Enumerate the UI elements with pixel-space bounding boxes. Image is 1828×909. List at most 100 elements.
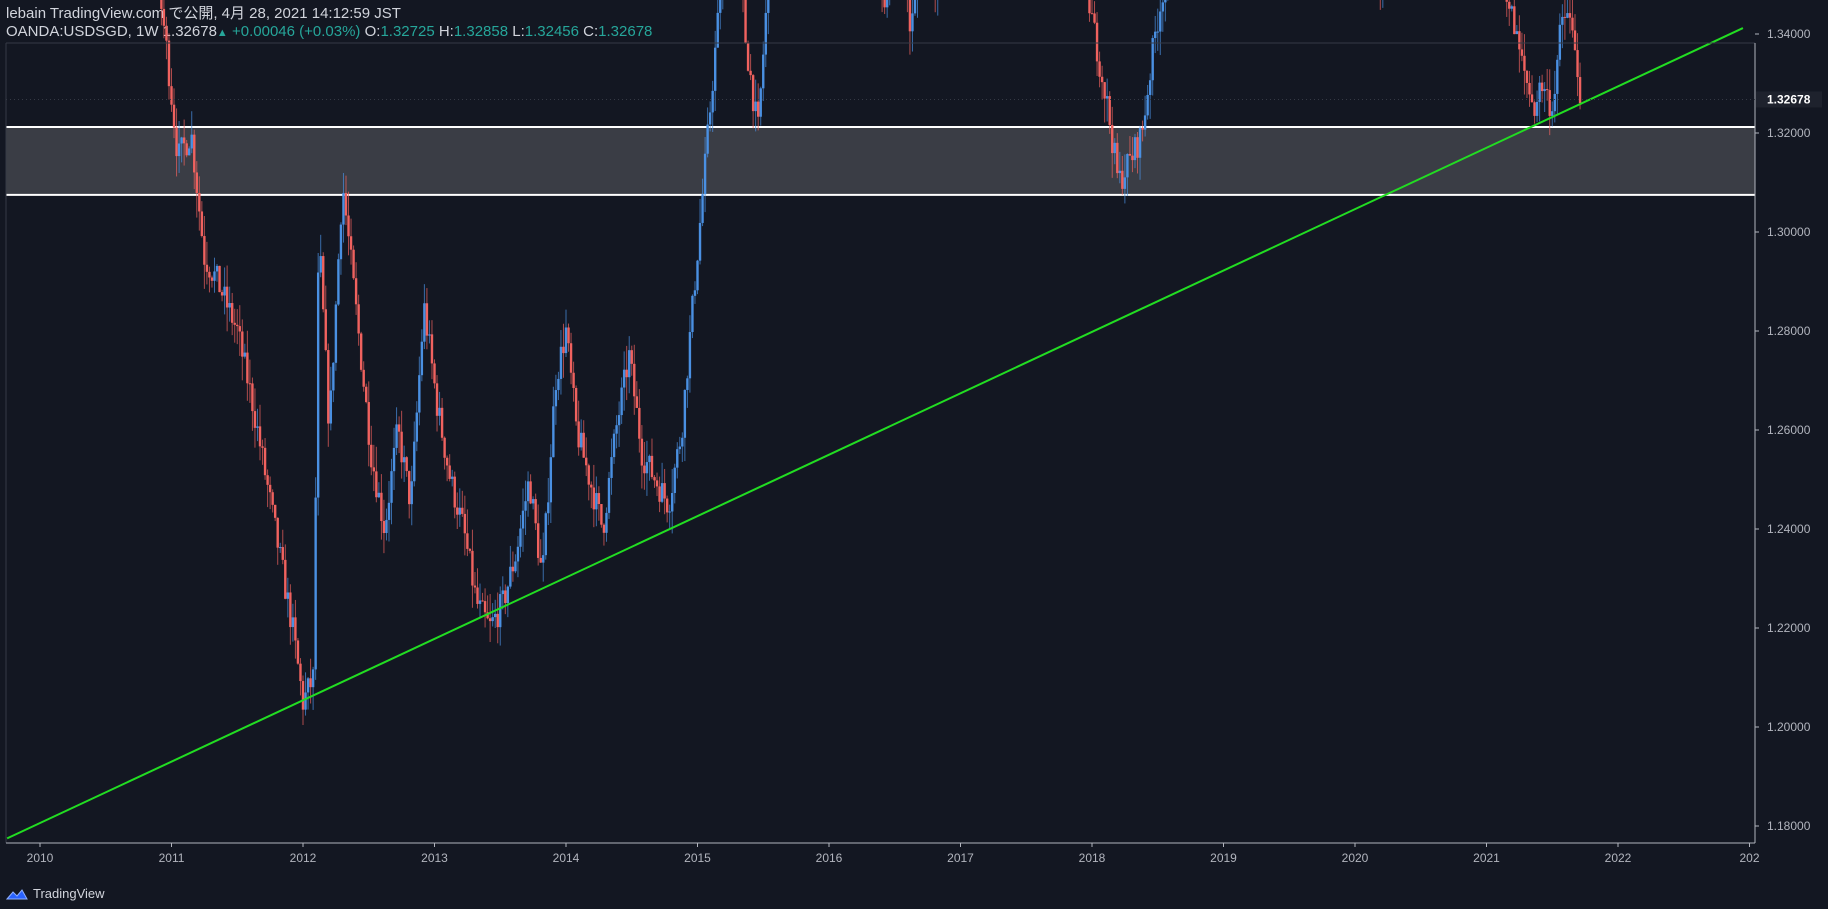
candle-down: [751, 75, 755, 112]
candle-down: [162, 8, 166, 26]
candle-up: [607, 477, 611, 513]
candle-up: [177, 143, 181, 157]
candle-down: [756, 101, 760, 117]
candle-up: [1556, 59, 1559, 94]
candle-down: [443, 437, 446, 458]
candle-down: [238, 326, 241, 332]
candle-up: [559, 346, 563, 379]
price-chart[interactable]: 1.18000 1.20000 1.22000 1.24000 1.26000 1.280…: [0, 0, 1828, 909]
candle-up: [499, 594, 502, 628]
candle-up: [706, 124, 709, 154]
candle-up: [1161, 2, 1165, 12]
candle-up: [423, 303, 426, 342]
candle-down: [1576, 50, 1579, 78]
candle-down: [165, 25, 168, 41]
candle-up: [420, 341, 424, 376]
candle-up: [620, 387, 623, 416]
candle-up: [681, 437, 684, 447]
tradingview-logo[interactable]: TradingView: [6, 886, 105, 901]
candle-down: [365, 386, 368, 403]
candle-down: [1121, 170, 1124, 189]
candle-up: [1143, 115, 1147, 130]
candle-down: [577, 421, 580, 448]
y-tick-label: 1.24000: [1767, 522, 1811, 536]
candle-down: [294, 617, 297, 641]
candle-up: [683, 389, 687, 438]
candle-down: [488, 618, 492, 622]
candle-down: [476, 587, 479, 604]
candle-down: [253, 411, 257, 428]
candle-up: [1515, 31, 1519, 35]
candle-up: [686, 378, 689, 390]
candle-up: [691, 295, 694, 333]
candle-down: [504, 590, 507, 604]
candle-down: [185, 143, 188, 156]
x-tick-label: 2022: [1605, 851, 1632, 865]
candle-down: [567, 327, 570, 344]
candle-up: [413, 441, 416, 482]
candle-up: [314, 497, 317, 670]
candle-up: [913, 0, 917, 14]
candle-down: [359, 333, 363, 370]
y-tick-label: 1.18000: [1767, 819, 1811, 833]
candle-down: [1528, 82, 1531, 95]
candle-down: [172, 104, 176, 128]
candle-down: [258, 426, 262, 447]
candle-up: [410, 481, 413, 505]
candle-up: [708, 112, 712, 125]
candle-down: [574, 387, 578, 422]
x-tick-label: 2017: [947, 851, 974, 865]
candle-up: [291, 617, 295, 628]
candle-up: [547, 502, 550, 514]
candle-down: [463, 513, 467, 534]
x-tick-label: 2012: [290, 851, 317, 865]
candle-up: [306, 678, 310, 693]
candle-up: [501, 590, 504, 595]
candle-up: [228, 303, 231, 308]
candle-down: [511, 566, 515, 572]
candle-down: [562, 346, 565, 354]
candle-up: [402, 457, 406, 463]
candle-down: [883, 0, 886, 8]
candle-up: [660, 483, 664, 502]
candle-down: [1505, 0, 1508, 2]
candle-down: [195, 172, 198, 193]
candle-down: [241, 331, 244, 357]
candle-up: [1156, 31, 1159, 33]
candle-up: [438, 407, 441, 416]
candle-down: [281, 547, 284, 560]
candle-up: [334, 304, 338, 363]
candle-up: [701, 194, 704, 223]
candle-down: [1088, 0, 1091, 14]
candle-down: [1108, 96, 1111, 125]
candle-down: [309, 678, 312, 688]
candle-down: [587, 465, 590, 485]
candle-up: [579, 432, 583, 448]
candle-up: [678, 446, 681, 450]
candle-down: [1090, 13, 1094, 15]
candle-up: [342, 192, 345, 225]
candle-down: [236, 324, 239, 327]
candle-up: [911, 13, 914, 32]
candle-up: [1510, 6, 1513, 9]
candle-down: [529, 481, 532, 504]
candle-up: [1138, 128, 1142, 158]
candle-down: [653, 477, 656, 481]
candle-down: [453, 476, 456, 508]
x-tick-label: 202: [1739, 851, 1759, 865]
candle-up: [764, 12, 767, 55]
candle-down: [261, 446, 264, 448]
candle-down: [1093, 13, 1096, 23]
candle-down: [435, 383, 439, 416]
candle-down: [266, 475, 269, 485]
candle-up: [190, 134, 193, 149]
candle-down: [908, 0, 912, 32]
candle-up: [612, 433, 616, 458]
candle-down: [597, 493, 601, 505]
candle-up: [622, 369, 626, 388]
y-tick-label: 1.28000: [1767, 324, 1811, 338]
candle-up: [719, 0, 722, 13]
y-tick-label: 1.34000: [1767, 27, 1811, 41]
candle-up: [605, 512, 608, 533]
candle-down: [1103, 82, 1106, 99]
